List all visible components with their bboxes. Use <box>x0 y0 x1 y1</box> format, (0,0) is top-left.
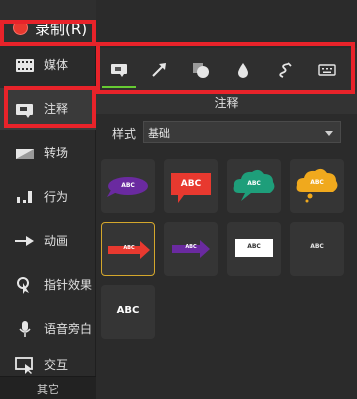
sidebar-item-label: 指针效果 <box>44 278 93 292</box>
tab-shapes[interactable] <box>184 54 218 88</box>
tab-keystrokes[interactable] <box>310 54 344 88</box>
sidebar-item-label: 动画 <box>44 234 69 248</box>
tile-label: ABC <box>247 243 261 250</box>
sketch-motion-icon <box>279 62 292 78</box>
tile-label: ABC <box>123 245 135 251</box>
style-dropdown[interactable]: 基础 <box>143 121 341 143</box>
annotation-tile[interactable]: ABC <box>227 159 281 213</box>
style-dropdown-value: 基础 <box>148 127 170 140</box>
tile-label: ABC <box>185 244 197 250</box>
animation-icon <box>15 236 34 246</box>
tab-callouts[interactable] <box>102 54 136 88</box>
sidebar-item-annotations[interactable]: 注释 <box>0 88 96 130</box>
cursor-effect-icon <box>17 277 29 294</box>
interactive-icon <box>15 357 33 374</box>
sidebar-item-label: 语音旁白 <box>44 322 93 336</box>
yellow-thought-cloud-icon <box>296 168 338 203</box>
sidebar: 媒体 注释 转场 行为 动画 指针效果 语音旁白 交互 其它 <box>0 44 96 399</box>
annotation-tile[interactable]: ABC <box>227 222 281 276</box>
style-label: 样式 <box>112 127 137 141</box>
record-button[interactable]: 录制(R) <box>0 0 96 44</box>
film-icon <box>16 59 34 72</box>
shape-icon <box>193 63 209 78</box>
annotation-tile[interactable]: ABC <box>164 159 218 213</box>
tile-label: ABC <box>310 179 324 186</box>
tile-label: ABC <box>116 305 140 316</box>
record-label: 录制(R) <box>35 20 88 38</box>
chevron-down-icon <box>325 131 333 136</box>
annotation-icon <box>16 104 33 118</box>
record-icon <box>13 20 28 35</box>
tile-label: ABC <box>180 179 202 189</box>
tab-sketch-motion[interactable] <box>268 54 302 88</box>
annotation-tile-selected[interactable]: ABC <box>101 222 155 276</box>
style-selector-row: 样式 基础 <box>96 118 357 148</box>
sidebar-item-behaviors[interactable]: 行为 <box>0 176 96 218</box>
tile-label: ABC <box>247 180 261 187</box>
callout-icon <box>111 64 127 77</box>
sidebar-more[interactable]: 其它 <box>0 376 96 399</box>
sidebar-item-label: 转场 <box>44 146 69 160</box>
tile-label: ABC <box>310 243 324 250</box>
annotation-tile[interactable]: ABC <box>164 222 218 276</box>
sidebar-item-label: 行为 <box>44 190 69 204</box>
sidebar-item-label: 注释 <box>44 102 69 116</box>
annotation-type-toolbar <box>96 48 357 92</box>
panel-title: 注释 <box>96 92 357 114</box>
annotation-tile[interactable]: ABC <box>101 285 155 339</box>
sidebar-item-animations[interactable]: 动画 <box>0 220 96 262</box>
sidebar-item-cursor-effects[interactable]: 指针效果 <box>0 264 96 306</box>
sidebar-item-label: 交互 <box>44 358 69 372</box>
tab-blur-highlight[interactable] <box>226 54 260 88</box>
tile-label: ABC <box>121 182 135 189</box>
annotation-tile[interactable]: ABC <box>290 159 344 213</box>
sidebar-item-media[interactable]: 媒体 <box>0 44 96 86</box>
sidebar-item-transitions[interactable]: 转场 <box>0 132 96 174</box>
microphone-icon <box>19 321 31 337</box>
sidebar-item-label: 媒体 <box>44 58 69 72</box>
annotation-tile[interactable]: ABC <box>290 222 344 276</box>
transition-icon <box>16 149 34 159</box>
behavior-icon <box>17 191 32 203</box>
blur-drop-icon <box>238 63 248 78</box>
arrow-icon <box>152 63 166 77</box>
keystroke-icon <box>318 64 336 76</box>
tab-arrows-lines[interactable] <box>142 54 176 88</box>
sidebar-more-label: 其它 <box>37 383 59 396</box>
annotation-tile[interactable]: ABC <box>101 159 155 213</box>
